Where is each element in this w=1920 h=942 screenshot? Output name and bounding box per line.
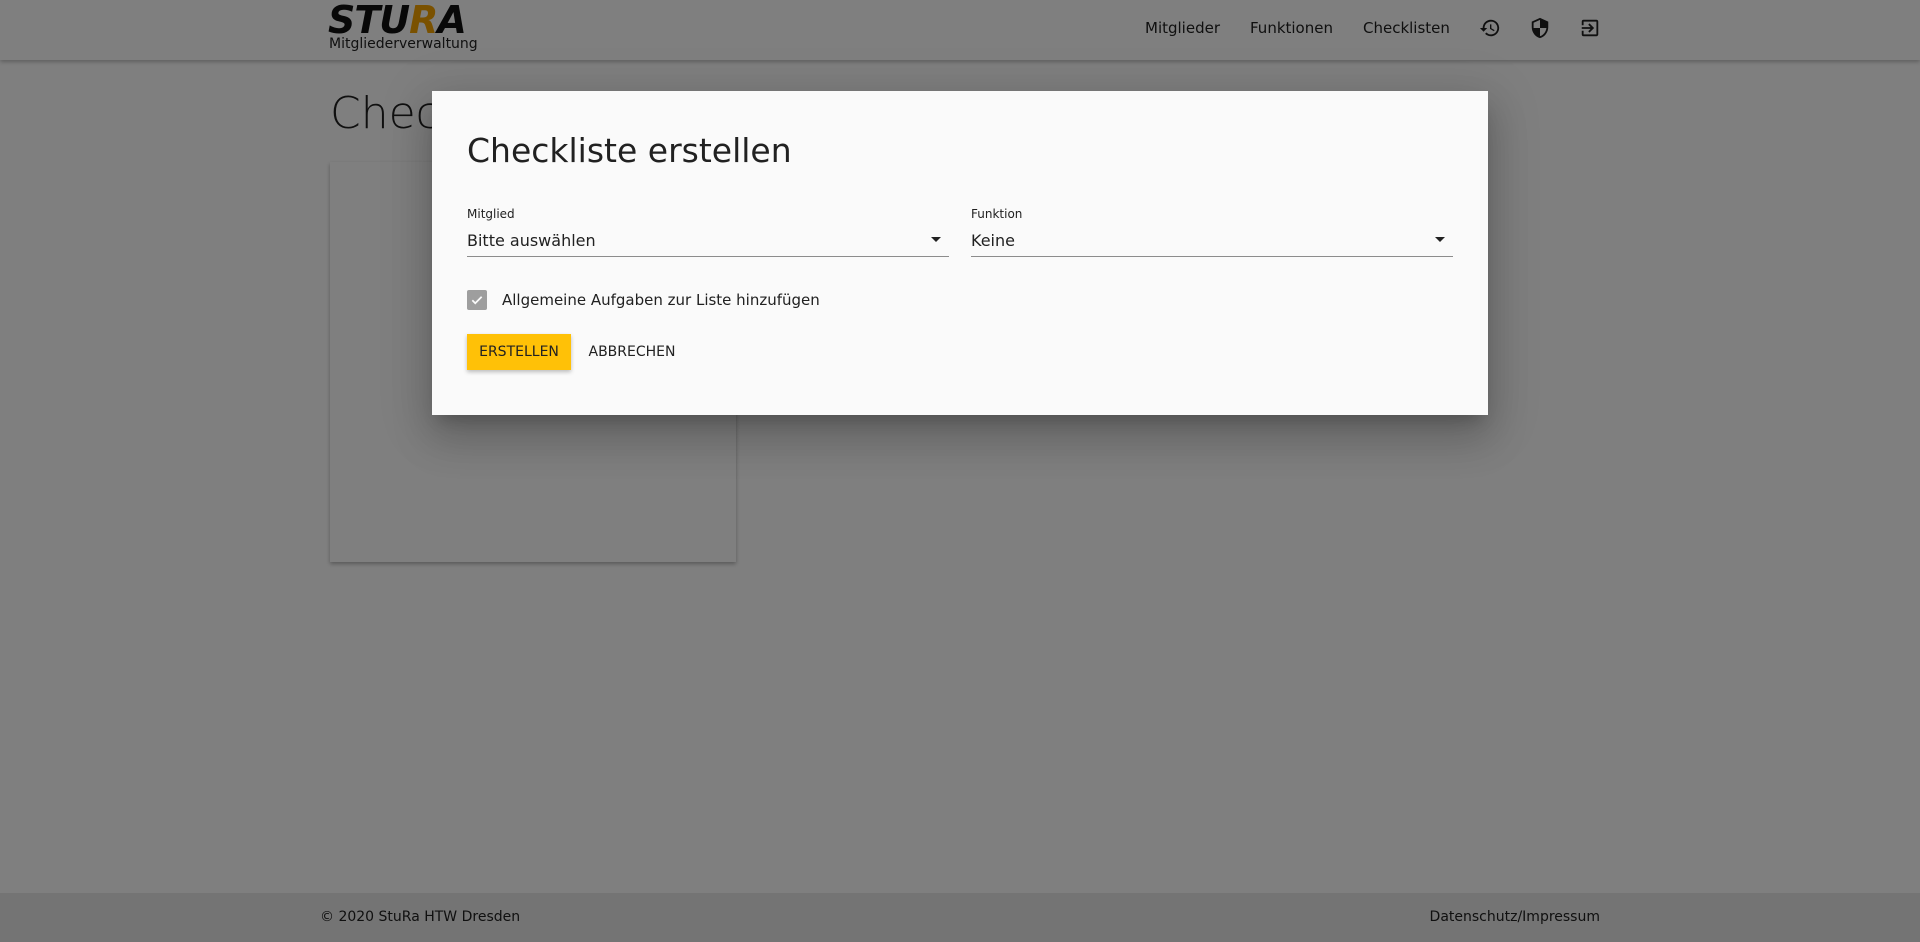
function-select[interactable]: Keine: [971, 225, 1453, 257]
general-tasks-row: Allgemeine Aufgaben zur Liste hinzufügen: [467, 288, 820, 312]
create-checklist-dialog: Checkliste erstellen Mitglied Bitte ausw…: [432, 91, 1488, 415]
dropdown-arrow-icon: [1435, 237, 1445, 242]
create-button[interactable]: ERSTELLEN: [467, 334, 571, 370]
dropdown-arrow-icon: [931, 237, 941, 242]
general-tasks-label[interactable]: Allgemeine Aufgaben zur Liste hinzufügen: [502, 291, 820, 309]
function-field-label: Funktion: [971, 207, 1023, 221]
member-field: Mitglied Bitte auswählen: [467, 207, 949, 257]
function-select-value: Keine: [971, 231, 1015, 250]
cancel-button[interactable]: ABBRECHEN: [582, 334, 682, 370]
member-select[interactable]: Bitte auswählen: [467, 225, 949, 257]
general-tasks-checkbox[interactable]: [467, 290, 487, 310]
member-field-label: Mitglied: [467, 207, 515, 221]
function-field: Funktion Keine: [971, 207, 1453, 257]
member-select-value: Bitte auswählen: [467, 231, 596, 250]
checkmark-icon: [471, 296, 483, 305]
dialog-title: Checkliste erstellen: [467, 131, 792, 170]
